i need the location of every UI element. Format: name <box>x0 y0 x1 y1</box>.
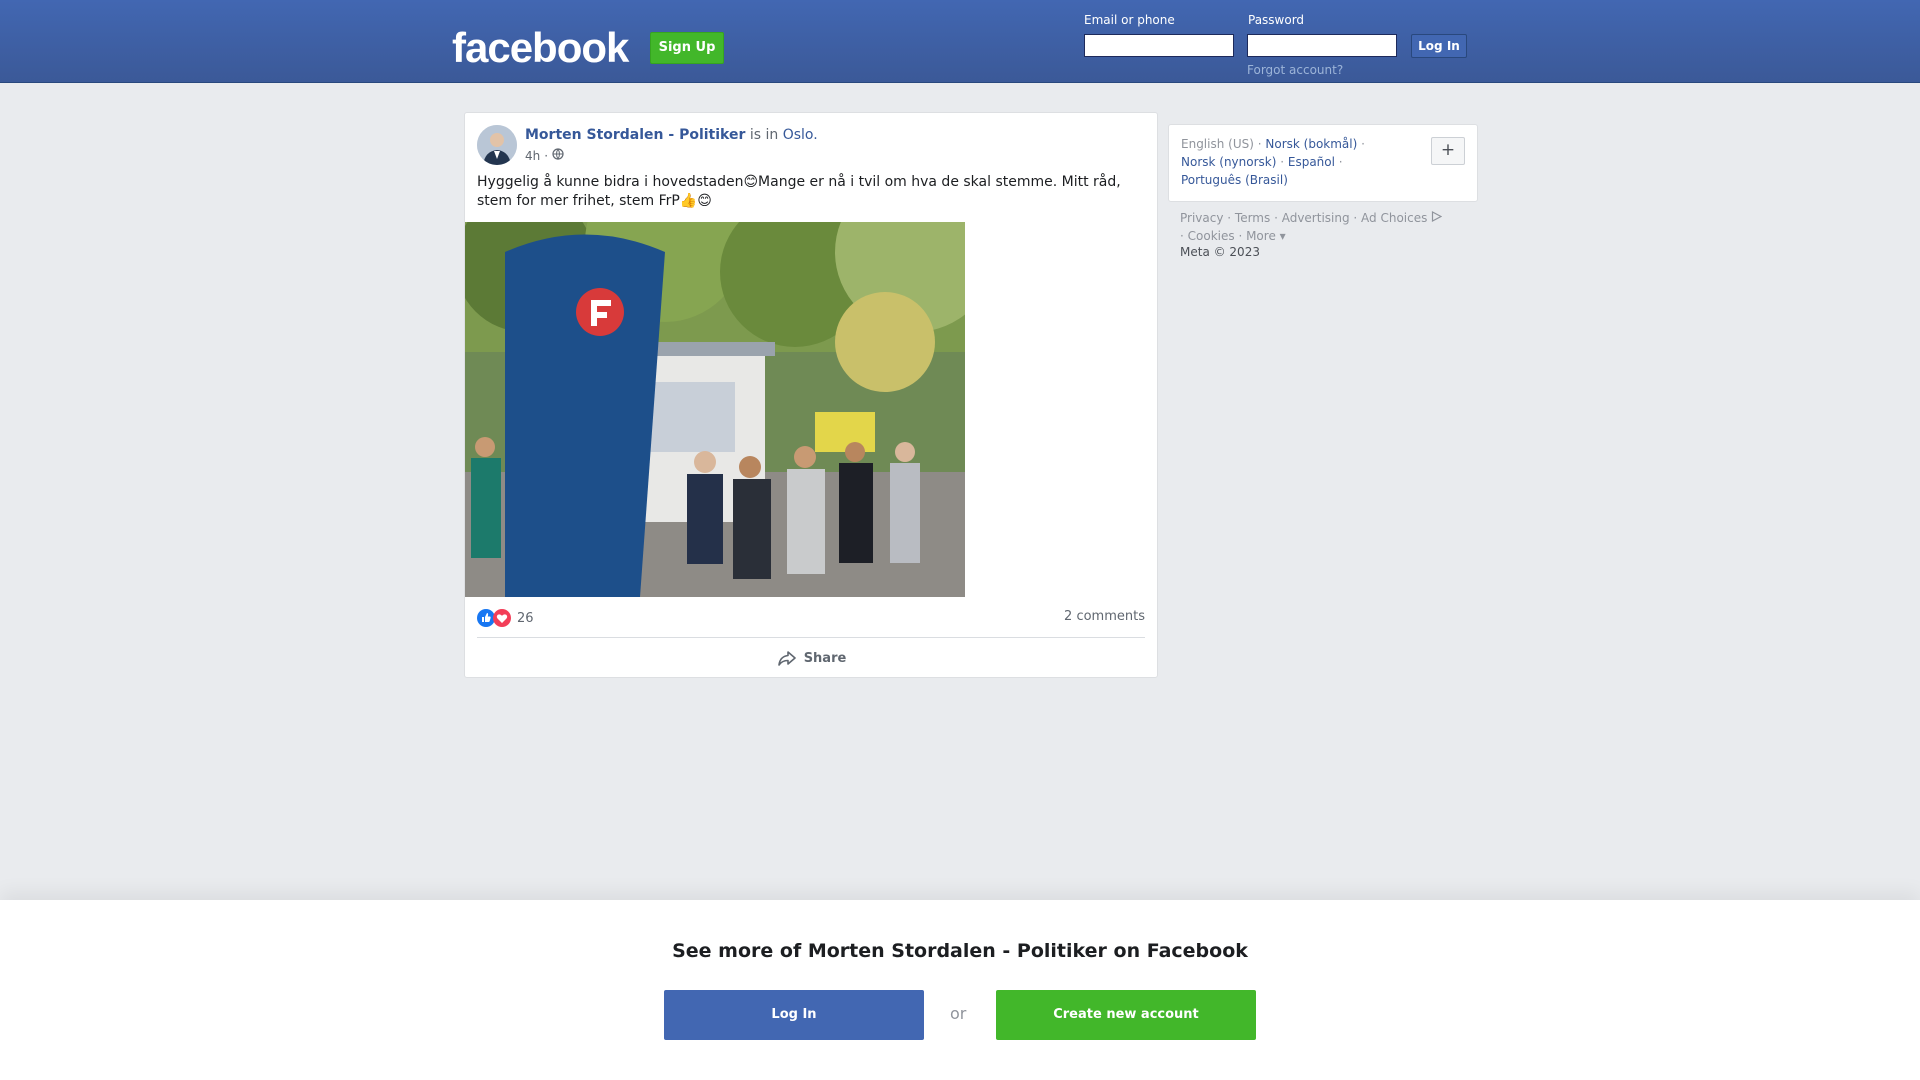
login-prompt-title: See more of Morten Stordalen - Politiker… <box>672 940 1248 962</box>
more-languages-button[interactable]: + <box>1431 137 1465 165</box>
language-link-bokmal[interactable]: Norsk (bokmål) <box>1265 137 1357 151</box>
forgot-account-link[interactable]: Forgot account? <box>1247 63 1343 77</box>
author-name-link[interactable]: Morten Stordalen - Politiker <box>525 127 745 143</box>
author-line: Morten Stordalen - Politiker is in Oslo. <box>525 127 818 143</box>
footer-links: Privacy · Terms · Advertising · Ad Choic… <box>1180 209 1480 245</box>
email-label: Email or phone <box>1084 13 1175 27</box>
share-button[interactable]: Share <box>465 643 1159 673</box>
more-label: More <box>1246 229 1276 243</box>
password-field[interactable] <box>1247 34 1397 57</box>
share-label: Share <box>803 650 847 666</box>
post-card: Morten Stordalen - Politiker is in Oslo.… <box>464 112 1158 678</box>
post-time[interactable]: 4h <box>525 149 540 163</box>
meta-separator: · <box>544 148 549 163</box>
post-text: Hyggelig å kunne bidra i hovedstaden😊Man… <box>477 174 1121 209</box>
language-list: English (US) · Norsk (bokmål) · Norsk (n… <box>1181 137 1365 187</box>
footer-terms[interactable]: Terms <box>1235 211 1270 225</box>
footer-more[interactable]: More ▾ <box>1246 229 1286 243</box>
caret-down-icon: ▾ <box>1275 229 1286 243</box>
language-box: English (US) · Norsk (bokmål) · Norsk (n… <box>1168 124 1478 202</box>
language-current: English (US) <box>1181 137 1254 151</box>
top-bar: facebook Sign Up Email or phone Password… <box>0 0 1920 83</box>
language-link-portugues[interactable]: Português (Brasil) <box>1181 173 1288 187</box>
place-link[interactable]: Oslo. <box>783 127 818 143</box>
create-account-button[interactable]: Create new account <box>996 990 1256 1040</box>
header-login-button[interactable]: Log In <box>1411 34 1467 58</box>
ad-choices-label: Ad Choices <box>1361 211 1428 225</box>
comments-link[interactable]: 2 comments <box>1064 609 1145 624</box>
language-link-espanol[interactable]: Español <box>1288 155 1335 169</box>
share-icon <box>777 651 796 666</box>
love-icon <box>493 609 511 627</box>
language-link-nynorsk[interactable]: Norsk (nynorsk) <box>1181 155 1276 169</box>
password-label: Password <box>1248 13 1305 27</box>
facebook-logo[interactable]: facebook <box>452 24 629 72</box>
sign-up-button[interactable]: Sign Up <box>650 32 724 64</box>
reactions-summary[interactable]: 26 <box>477 609 534 627</box>
reaction-count: 26 <box>517 610 534 626</box>
login-button[interactable]: Log In <box>664 990 924 1040</box>
copyright: Meta © 2023 <box>1180 245 1260 259</box>
ad-choices-icon <box>1432 211 1443 222</box>
globe-icon[interactable] <box>552 148 564 163</box>
footer-ad-choices[interactable]: Ad Choices <box>1361 211 1443 225</box>
or-separator: or <box>950 1004 967 1023</box>
login-prompt-panel: See more of Morten Stordalen - Politiker… <box>0 900 1920 1080</box>
is-in-text: is in <box>749 127 779 143</box>
email-field[interactable] <box>1084 34 1234 57</box>
post-meta: 4h · <box>525 148 564 163</box>
post-photo[interactable] <box>465 222 965 597</box>
footer-advertising[interactable]: Advertising <box>1282 211 1350 225</box>
reaction-icons <box>477 609 511 627</box>
footer-cookies[interactable]: Cookies <box>1188 229 1235 243</box>
avatar[interactable] <box>477 125 517 165</box>
action-divider <box>477 637 1145 638</box>
footer-privacy[interactable]: Privacy <box>1180 211 1223 225</box>
